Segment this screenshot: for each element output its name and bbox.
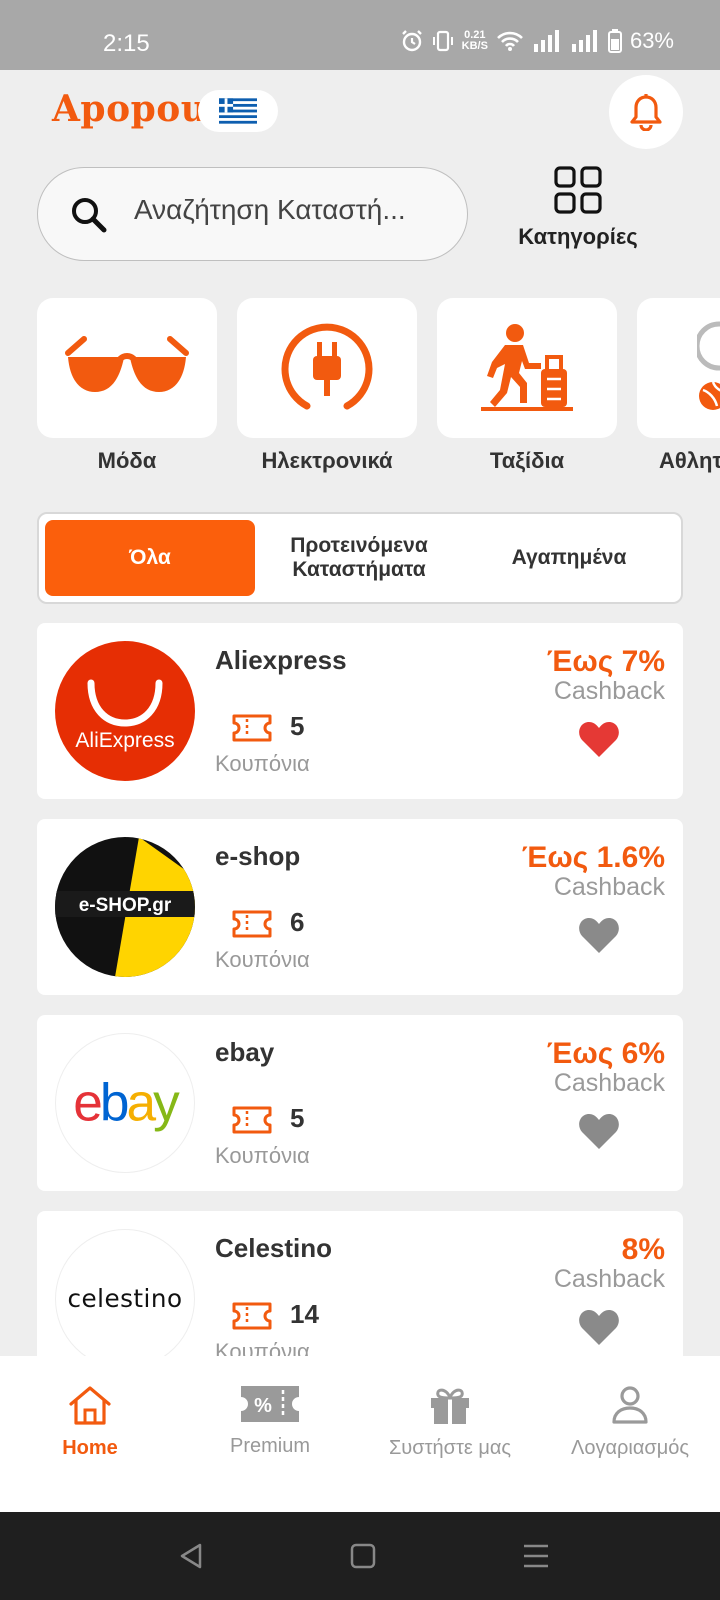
coupon-count: 5: [290, 711, 305, 741]
system-navigation-bar: [0, 1512, 720, 1600]
store-logo-text: celestino: [67, 1284, 182, 1313]
heart-icon[interactable]: [578, 915, 620, 955]
cashback-rate: Έως 1.6%: [521, 841, 665, 874]
store-name: e-shop: [215, 841, 301, 871]
category-label: Αθλητ: [659, 448, 720, 473]
gift-icon: [431, 1388, 469, 1424]
category-carousel[interactable]: Μόδα Ηλεκτρονικά Ταξίδια Αθλητ: [0, 298, 720, 478]
svg-text:%: %: [254, 1395, 272, 1417]
app-header: Apopou: [0, 70, 720, 160]
search-icon: [72, 198, 107, 233]
signal-icon: [533, 30, 559, 52]
plug-icon: [281, 323, 373, 410]
nav-refer[interactable]: Συστήστε μας: [360, 1384, 540, 1460]
nav-label: Home: [62, 1437, 118, 1459]
nav-account[interactable]: Λογαριασμός: [540, 1384, 720, 1460]
categories-label: Κατηγορίες: [518, 224, 638, 249]
coupon-label: Κουπόνια: [215, 947, 310, 972]
sunglasses-icon: [65, 336, 189, 392]
cashback-label: Cashback: [553, 1069, 665, 1097]
coupon-icon: [232, 1302, 272, 1330]
cashback-label: Cashback: [553, 677, 665, 705]
heart-icon[interactable]: [578, 1111, 620, 1151]
heart-icon[interactable]: [578, 1307, 620, 1347]
coupon-count: 6: [290, 907, 305, 937]
store-logo-text: AliExpress: [75, 729, 174, 752]
categories-button[interactable]: Κατηγορίες: [503, 165, 653, 249]
user-icon: [612, 1386, 648, 1424]
cashback-rate: 8%: [621, 1233, 665, 1266]
store-name: Celestino: [215, 1233, 333, 1263]
alarm-icon: [401, 30, 422, 52]
category-label: Ηλεκτρονικά: [261, 448, 393, 473]
category-label: Μόδα: [97, 448, 157, 473]
vibrate-icon: [432, 30, 453, 52]
bell-icon: [630, 94, 662, 131]
greece-flag-icon: [219, 98, 257, 124]
coupon-count: 14: [290, 1299, 319, 1329]
store-logo-aliexpress: AliExpress: [55, 641, 195, 781]
store-logo-text: ebay: [73, 1074, 180, 1133]
battery-icon: [607, 29, 622, 53]
store-card-eshop[interactable]: e-SHOP.gr e-shop 6 Κουπόνια Έως 1.6% Cas…: [37, 819, 683, 995]
coupon-icon: [232, 1106, 272, 1134]
category-label: Ταξίδια: [489, 448, 565, 473]
coupon-icon: [232, 714, 272, 742]
grid-icon: [554, 166, 602, 214]
app-logo: Apopou: [52, 88, 208, 130]
sports-icon: [697, 321, 720, 410]
tab-recommended-stores[interactable]: Προτεινόμενα Καταστήματα: [259, 520, 459, 596]
cashback-label: Cashback: [553, 1265, 665, 1293]
notifications-button[interactable]: [609, 75, 683, 149]
store-card-aliexpress[interactable]: AliExpress Aliexpress 5 Κουπόνια Έως 7% …: [37, 623, 683, 799]
back-icon[interactable]: [178, 1542, 204, 1570]
nav-home[interactable]: Home: [0, 1384, 180, 1460]
cashback-rate: Έως 6%: [546, 1037, 665, 1070]
search-input[interactable]: Αναζήτηση Καταστή...: [134, 194, 434, 226]
nav-premium[interactable]: % Premium: [180, 1384, 360, 1458]
percent-ticket-icon: %: [241, 1386, 299, 1422]
net-speed: 0.21 KB/S: [462, 30, 488, 52]
nav-label: Premium: [229, 1435, 310, 1457]
category-card-travel[interactable]: [437, 298, 617, 438]
cashback-label: Cashback: [553, 873, 665, 901]
coupon-label: Κουπόνια: [215, 1143, 310, 1168]
store-logo-eshop: e-SHOP.gr: [55, 837, 195, 977]
battery-level: 63%: [629, 28, 674, 53]
nav-label: Συστήστε μας: [388, 1437, 512, 1459]
tab-favorites[interactable]: Αγαπημένα: [469, 520, 669, 596]
tab-all[interactable]: Όλα: [45, 520, 255, 596]
home-icon: [69, 1386, 111, 1425]
coupon-label: Κουπόνια: [215, 751, 310, 776]
signal-icon-2: [571, 30, 597, 52]
menu-icon[interactable]: [522, 1542, 550, 1570]
store-logo-text: e-SHOP.gr: [79, 895, 172, 916]
coupon-icon: [232, 910, 272, 938]
store-name: Aliexpress: [215, 645, 347, 675]
store-logo-ebay: ebay: [55, 1033, 195, 1173]
net-speed-unit: KB/S: [461, 40, 488, 52]
category-card-fashion[interactable]: [37, 298, 217, 438]
store-search-bar[interactable]: Αναζήτηση Καταστή...: [37, 167, 468, 261]
status-bar: 2:15 0.21 KB/S 63%: [0, 0, 720, 70]
language-selector[interactable]: [198, 90, 278, 132]
store-name: ebay: [215, 1037, 275, 1067]
nav-label: Λογαριασμός: [570, 1437, 690, 1459]
category-card-sports[interactable]: [637, 298, 720, 438]
home-square-icon[interactable]: [350, 1542, 376, 1570]
traveler-icon: [481, 324, 573, 411]
store-filter-tabs: Όλα Προτεινόμενα Καταστήματα Αγαπημένα: [37, 512, 683, 604]
cashback-rate: Έως 7%: [546, 645, 665, 678]
heart-icon[interactable]: [578, 719, 620, 759]
store-card-ebay[interactable]: ebay ebay 5 Κουπόνια Έως 6% Cashback: [37, 1015, 683, 1191]
category-card-electronics[interactable]: [237, 298, 417, 438]
status-time: 2:15: [103, 30, 150, 57]
bottom-navigation: Home % Premium Συστήστε μας Λογαριασμός: [0, 1356, 720, 1512]
store-logo-celestino: celestino: [55, 1229, 195, 1369]
coupon-count: 5: [290, 1103, 305, 1133]
wifi-icon: [497, 31, 523, 51]
status-icons: 0.21 KB/S 63%: [400, 28, 674, 54]
